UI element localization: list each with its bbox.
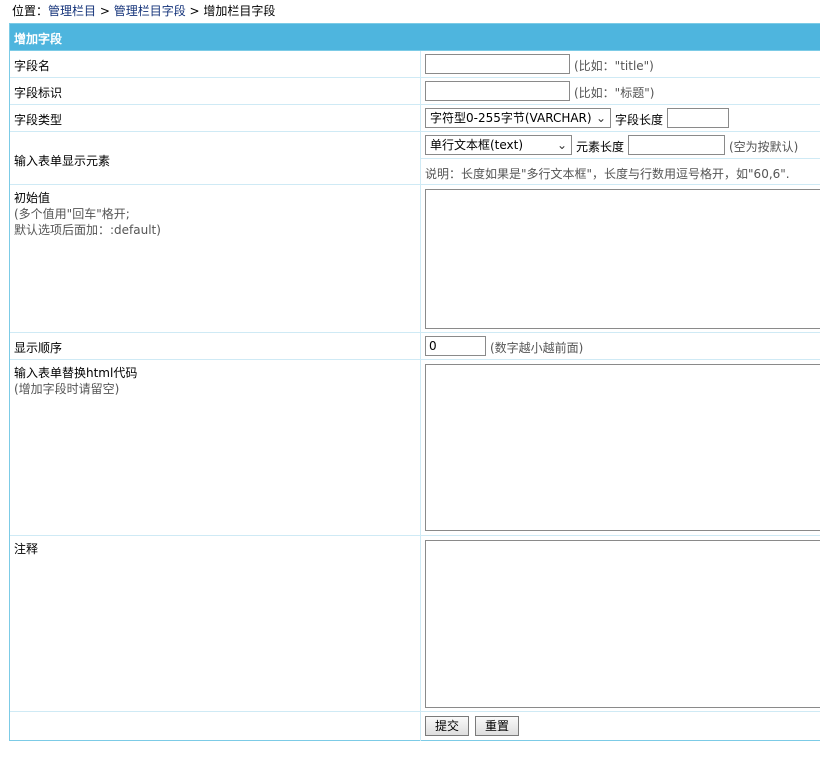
field-name-hint: (比如："title") bbox=[574, 59, 654, 73]
row-field-type: 字段类型 字符型0-255字节(VARCHAR) ⌄ 字段长度 bbox=[10, 105, 820, 132]
default-value-sub2: 默认选项后面加：:default) bbox=[14, 223, 161, 237]
panel-header: 增加字段 bbox=[10, 24, 820, 51]
breadcrumb-separator: > bbox=[185, 4, 204, 18]
default-value-label: 初始值 bbox=[14, 191, 51, 205]
field-ident-label: 字段标识 bbox=[14, 86, 63, 100]
breadcrumb-current: 增加栏目字段 bbox=[203, 4, 276, 18]
replace-html-label: 输入表单替换html代码 bbox=[14, 366, 138, 380]
field-type-selected: 字符型0-255字节(VARCHAR) bbox=[430, 111, 592, 125]
replace-html-textarea[interactable] bbox=[425, 364, 820, 531]
add-field-panel: 增加字段 字段名 (比如："title") 字段标识 (比如："标题") 字段类… bbox=[9, 23, 820, 741]
display-order-label: 显示顺序 bbox=[14, 341, 63, 355]
row-form-element: 输入表单显示元素 单行文本框(text) ⌄ 元素长度 (空为按默认) 说明：长… bbox=[10, 132, 820, 185]
comment-label: 注释 bbox=[14, 542, 39, 556]
form-element-selected: 单行文本框(text) bbox=[430, 138, 524, 152]
field-length-label: 字段长度 bbox=[615, 113, 664, 127]
breadcrumb-link-manage-fields[interactable]: 管理栏目字段 bbox=[114, 4, 186, 18]
element-note: 说明：长度如果是"多行文本框"，长度与行数用逗号格开，如"60,6". bbox=[425, 167, 790, 181]
panel-title: 增加字段 bbox=[14, 32, 63, 46]
row-field-name: 字段名 (比如："title") bbox=[10, 51, 820, 78]
field-name-input[interactable] bbox=[425, 54, 570, 74]
field-name-label: 字段名 bbox=[14, 59, 51, 73]
breadcrumb: 位置：管理栏目 > 管理栏目字段 > 增加栏目字段 bbox=[12, 3, 275, 19]
field-ident-input[interactable] bbox=[425, 81, 570, 101]
element-length-hint: (空为按默认) bbox=[729, 140, 799, 154]
breadcrumb-link-manage-columns[interactable]: 管理栏目 bbox=[48, 4, 96, 18]
field-type-label: 字段类型 bbox=[14, 113, 63, 127]
display-order-hint: (数字越小越前面) bbox=[490, 341, 584, 355]
breadcrumb-prefix: 位置： bbox=[12, 4, 49, 18]
row-display-order: 显示顺序 (数字越小越前面) bbox=[10, 333, 820, 360]
row-field-ident: 字段标识 (比如："标题") bbox=[10, 78, 820, 105]
chevron-down-icon: ⌄ bbox=[556, 138, 567, 152]
display-order-input[interactable] bbox=[425, 336, 486, 356]
default-value-textarea[interactable] bbox=[425, 189, 820, 329]
field-length-input[interactable] bbox=[667, 108, 729, 128]
row-default-value: 初始值 (多个值用"回车"格开; 默认选项后面加：:default) bbox=[10, 185, 820, 333]
row-comment: 注释 bbox=[10, 536, 820, 712]
field-ident-hint: (比如："标题") bbox=[574, 86, 655, 100]
form-element-label: 输入表单显示元素 bbox=[14, 154, 111, 168]
comment-textarea[interactable] bbox=[425, 540, 820, 708]
reset-button[interactable]: 重置 bbox=[475, 716, 519, 736]
element-length-label: 元素长度 bbox=[576, 140, 625, 154]
field-type-select[interactable]: 字符型0-255字节(VARCHAR) ⌄ bbox=[425, 108, 611, 128]
element-length-input[interactable] bbox=[628, 135, 725, 155]
submit-button[interactable]: 提交 bbox=[425, 716, 469, 736]
form-element-select[interactable]: 单行文本框(text) ⌄ bbox=[425, 135, 572, 155]
row-buttons: 提交 重置 bbox=[10, 712, 820, 741]
breadcrumb-separator: > bbox=[96, 4, 114, 18]
row-replace-html: 输入表单替换html代码 (增加字段时请留空) bbox=[10, 360, 820, 536]
chevron-down-icon: ⌄ bbox=[595, 111, 606, 125]
default-value-sub1: (多个值用"回车"格开; bbox=[14, 207, 130, 221]
replace-html-sub: (增加字段时请留空) bbox=[14, 382, 120, 396]
